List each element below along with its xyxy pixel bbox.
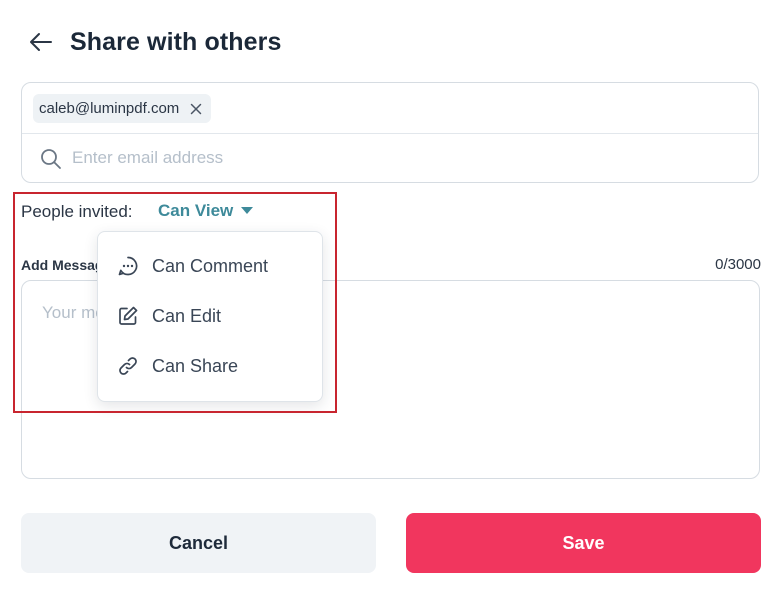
permission-selected-value: Can View [158,201,234,220]
back-button[interactable] [26,28,56,56]
menu-item-can-share[interactable]: Can Share [98,344,322,388]
comment-icon [118,256,138,276]
edit-icon [119,306,138,325]
caret-down-icon [241,207,254,214]
message-char-counter: 0/3000 [715,256,761,273]
menu-item-can-edit[interactable]: Can Edit [98,294,322,338]
arrow-left-icon [30,33,52,51]
menu-item-label: Can Share [152,355,239,376]
people-invited-label: People invited: [21,202,133,221]
page-title: Share with others [70,28,282,56]
permission-dropdown[interactable]: Can View [158,200,254,222]
menu-item-can-comment[interactable]: Can Comment [98,244,322,288]
permission-menu: Can Comment Can Edit Can Share [97,231,323,402]
email-chip-text: caleb@luminpdf.com [39,100,180,117]
email-box-divider [22,133,758,134]
cancel-button[interactable]: Cancel [21,513,376,573]
email-recipients-box: caleb@luminpdf.com [21,82,759,183]
email-chip: caleb@luminpdf.com [33,94,212,123]
close-icon [191,103,202,114]
email-input[interactable] [72,143,732,173]
menu-item-label: Can Comment [152,255,269,276]
search-icon [41,149,61,169]
remove-chip-button[interactable] [189,102,203,116]
menu-item-label: Can Edit [152,305,222,326]
save-button[interactable]: Save [406,513,761,573]
link-icon [119,357,137,375]
